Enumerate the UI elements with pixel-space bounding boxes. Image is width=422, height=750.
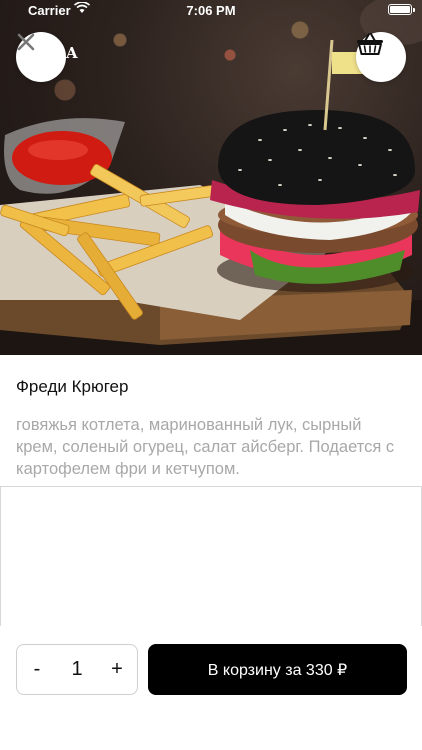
- content-border-left: [0, 486, 1, 626]
- add-to-cart-button[interactable]: В корзину за 330 ₽: [148, 644, 407, 695]
- product-title: Фреди Крюгер: [16, 377, 129, 396]
- increase-quantity-button[interactable]: +: [97, 645, 137, 694]
- decrease-quantity-button[interactable]: -: [17, 645, 57, 694]
- section-divider: [0, 486, 422, 487]
- product-description: говяжья котлета, маринованный лук, сырны…: [16, 416, 395, 478]
- status-time: 7:06 PM: [186, 3, 236, 18]
- status-bar: Carrier 7:06 PM: [0, 0, 422, 20]
- battery-icon: [388, 4, 415, 15]
- product-photo: Carrier 7:06 PM A: [0, 0, 422, 355]
- quantity-value: 1: [71, 658, 83, 680]
- cart-button[interactable]: [356, 32, 406, 82]
- brand-logo: A: [66, 44, 80, 62]
- add-to-cart-label: В корзину за 330 ₽: [207, 661, 348, 679]
- close-button[interactable]: [16, 32, 66, 82]
- quantity-stepper: - 1 +: [16, 644, 138, 695]
- close-icon: [17, 33, 35, 51]
- basket-icon: [357, 33, 383, 55]
